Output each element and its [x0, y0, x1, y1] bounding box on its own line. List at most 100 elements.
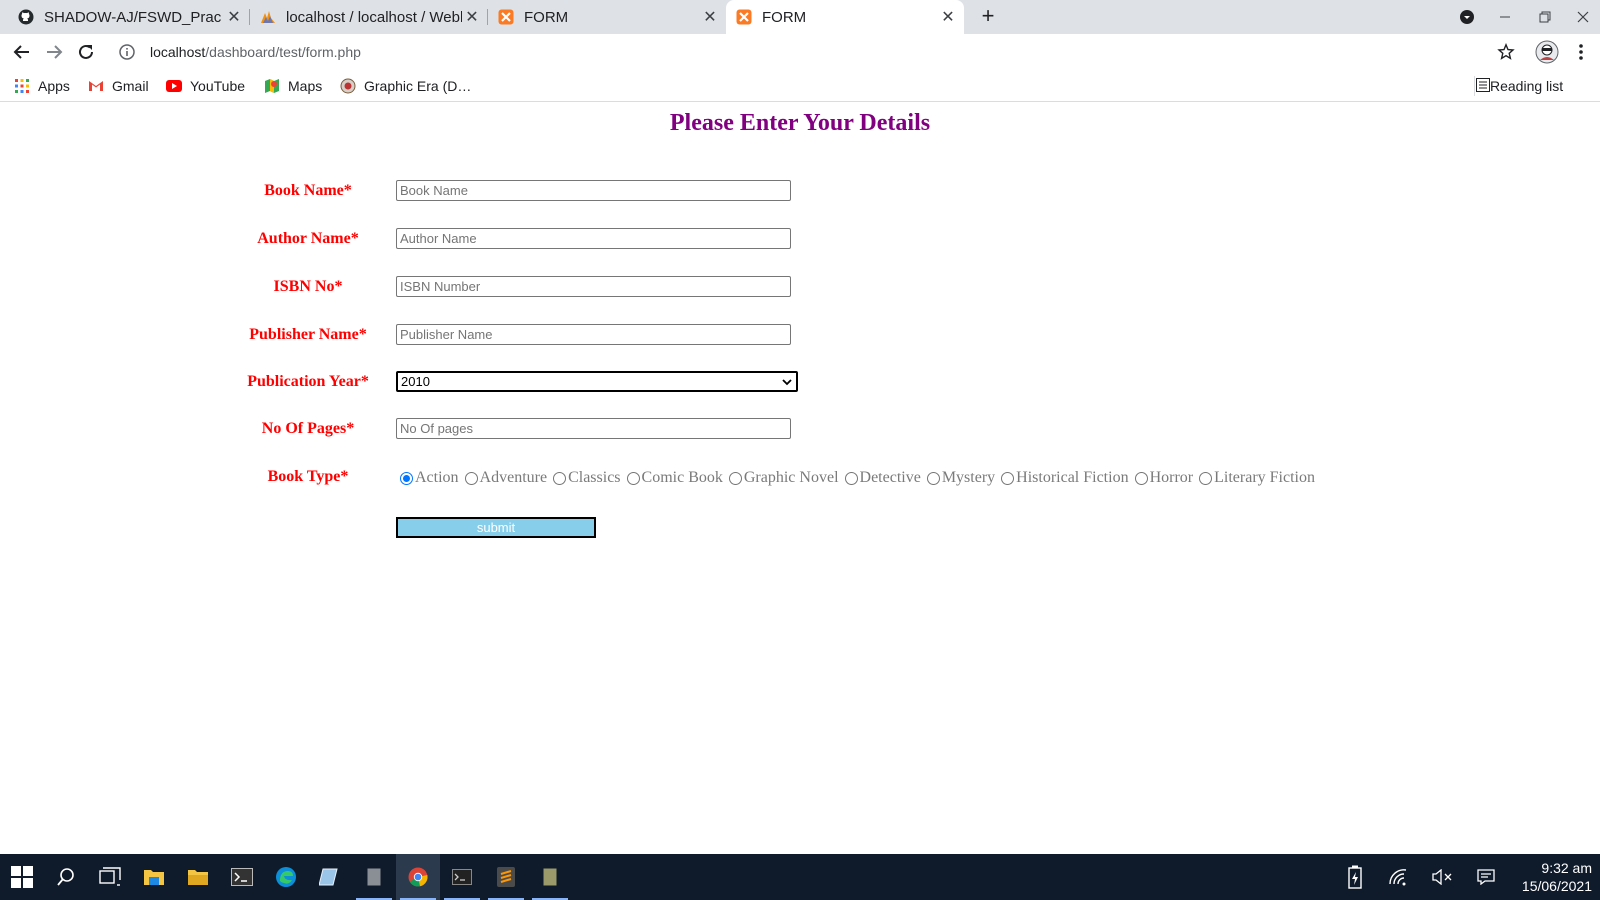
- close-icon[interactable]: ✕: [224, 7, 244, 27]
- info-icon[interactable]: [118, 43, 136, 61]
- bookmark-label: Maps: [288, 78, 323, 94]
- clock-time: 9:32 am: [1541, 860, 1592, 876]
- radio-graphic-novel[interactable]: Graphic Novel: [728, 469, 839, 487]
- notifications-icon[interactable]: [1466, 854, 1506, 900]
- radio-label: Action: [415, 469, 459, 486]
- radio-button[interactable]: [926, 471, 940, 485]
- speaker-muted-icon[interactable]: [1422, 854, 1462, 900]
- radio-button[interactable]: [1134, 471, 1148, 485]
- reading-list-button[interactable]: Reading list: [1476, 76, 1563, 96]
- avatar[interactable]: [1532, 37, 1562, 67]
- file-explorer-pin-icon[interactable]: [132, 854, 176, 900]
- search-icon[interactable]: [44, 854, 88, 900]
- bookmark-gmail[interactable]: Gmail: [88, 76, 149, 96]
- restore-icon[interactable]: [1526, 0, 1564, 34]
- radio-label: Detective: [859, 469, 921, 486]
- close-window-icon[interactable]: [1564, 0, 1600, 34]
- radio-adventure[interactable]: Adventure: [464, 469, 548, 487]
- bookmark-apps[interactable]: Apps: [14, 76, 70, 96]
- pages-label: No Of Pages*: [261, 420, 355, 437]
- cmd-icon[interactable]: [440, 854, 484, 900]
- publisher-input[interactable]: [396, 324, 791, 345]
- radio-label: Adventure: [479, 469, 548, 486]
- reading-list-label: Reading list: [1490, 78, 1564, 94]
- radio-button[interactable]: [400, 471, 413, 485]
- page-content: Please Enter Your Details Book Name* Aut…: [0, 102, 1600, 854]
- radio-label: Horror: [1149, 469, 1194, 486]
- tab-title: FORM: [524, 8, 569, 26]
- bookmark-youtube[interactable]: YouTube: [166, 76, 245, 96]
- tab-title: SHADOW-AJ/FSWD_Prac: [44, 8, 222, 26]
- sublime-text-icon[interactable]: [484, 854, 528, 900]
- radio-literary-fiction[interactable]: Literary Fiction: [1199, 469, 1315, 487]
- radio-mystery[interactable]: Mystery: [926, 469, 995, 487]
- radio-button[interactable]: [728, 471, 742, 485]
- tab-form-active[interactable]: FORM ✕: [726, 0, 964, 34]
- book-type-row: Book Type* Action Adventure Classics Com…: [0, 466, 1600, 490]
- phpmyadmin-icon: [260, 9, 276, 25]
- system-clock[interactable]: 9:32 am 15/06/2021: [1508, 859, 1592, 895]
- publication-year-row: Publication Year* 2010: [0, 371, 1600, 395]
- folder-icon[interactable]: [176, 854, 220, 900]
- book-name-input[interactable]: [396, 180, 791, 201]
- close-icon[interactable]: ✕: [700, 7, 720, 27]
- radio-comic-book[interactable]: Comic Book: [626, 469, 723, 487]
- url-host: localhost: [150, 44, 206, 60]
- bookmark-star-icon[interactable]: [1491, 37, 1521, 67]
- chevron-down-icon: [781, 375, 793, 387]
- address-bar[interactable]: localhost/dashboard/test/form.php: [110, 36, 1500, 68]
- book-name-row: Book Name*: [0, 180, 1600, 204]
- edge-icon[interactable]: [264, 854, 308, 900]
- back-arrow-icon[interactable]: [7, 37, 37, 67]
- maps-icon: [264, 78, 280, 94]
- radio-button[interactable]: [553, 471, 567, 485]
- new-tab-button[interactable]: +: [975, 4, 1001, 30]
- radio-classics[interactable]: Classics: [553, 469, 621, 487]
- tab-phpmyadmin[interactable]: localhost / localhost / Webl ✕: [250, 0, 488, 34]
- radio-action[interactable]: Action: [400, 469, 459, 487]
- profile-menu-icon[interactable]: [1448, 0, 1486, 34]
- radio-button[interactable]: [1199, 471, 1213, 485]
- radio-button[interactable]: [1001, 471, 1015, 485]
- windows-start-icon[interactable]: [0, 854, 44, 900]
- battery-charging-icon[interactable]: [1335, 854, 1375, 900]
- tab-form-1[interactable]: FORM ✕: [488, 0, 726, 34]
- close-icon[interactable]: ✕: [462, 7, 482, 27]
- author-name-input[interactable]: [396, 228, 791, 249]
- notepad-icon[interactable]: [352, 854, 396, 900]
- minimize-icon[interactable]: [1486, 0, 1524, 34]
- task-view-icon[interactable]: [88, 854, 132, 900]
- tab-github[interactable]: SHADOW-AJ/FSWD_Prac ✕: [8, 0, 250, 34]
- radio-button[interactable]: [464, 471, 478, 485]
- tab-title: FORM: [762, 8, 807, 26]
- forward-arrow-icon[interactable]: [39, 37, 69, 67]
- bookmark-label: Graphic Era (D…: [364, 78, 472, 94]
- chrome-icon[interactable]: [396, 854, 440, 900]
- bookmark-graphic-era[interactable]: Graphic Era (D…: [340, 76, 471, 96]
- publication-year-select[interactable]: 2010: [396, 371, 798, 392]
- radio-historical-fiction[interactable]: Historical Fiction: [1001, 469, 1129, 487]
- wifi-icon[interactable]: [1378, 854, 1418, 900]
- radio-label: Classics: [568, 469, 621, 486]
- reading-list-icon: [1476, 77, 1490, 95]
- radio-horror[interactable]: Horror: [1134, 469, 1194, 487]
- close-icon[interactable]: ✕: [938, 7, 958, 27]
- radio-label: Comic Book: [641, 469, 723, 486]
- radio-button[interactable]: [844, 471, 858, 485]
- more-menu-icon[interactable]: [1566, 37, 1596, 67]
- pages-input[interactable]: [396, 418, 791, 439]
- isbn-input[interactable]: [396, 276, 791, 297]
- reload-icon[interactable]: [71, 37, 101, 67]
- editor-icon[interactable]: [308, 854, 352, 900]
- browser-toolbar: localhost/dashboard/test/form.php: [0, 34, 1600, 70]
- pages-row: No Of Pages*: [0, 418, 1600, 442]
- author-name-row: Author Name*: [0, 228, 1600, 252]
- document-icon[interactable]: [528, 854, 572, 900]
- radio-button[interactable]: [626, 471, 640, 485]
- radio-detective[interactable]: Detective: [844, 469, 921, 487]
- terminal-icon[interactable]: [220, 854, 264, 900]
- book-type-radio-group: Action Adventure Classics Comic Book Gra…: [400, 466, 1321, 490]
- bookmark-label: Apps: [38, 78, 70, 94]
- bookmark-maps[interactable]: Maps: [264, 76, 322, 96]
- submit-button[interactable]: submit: [396, 517, 596, 538]
